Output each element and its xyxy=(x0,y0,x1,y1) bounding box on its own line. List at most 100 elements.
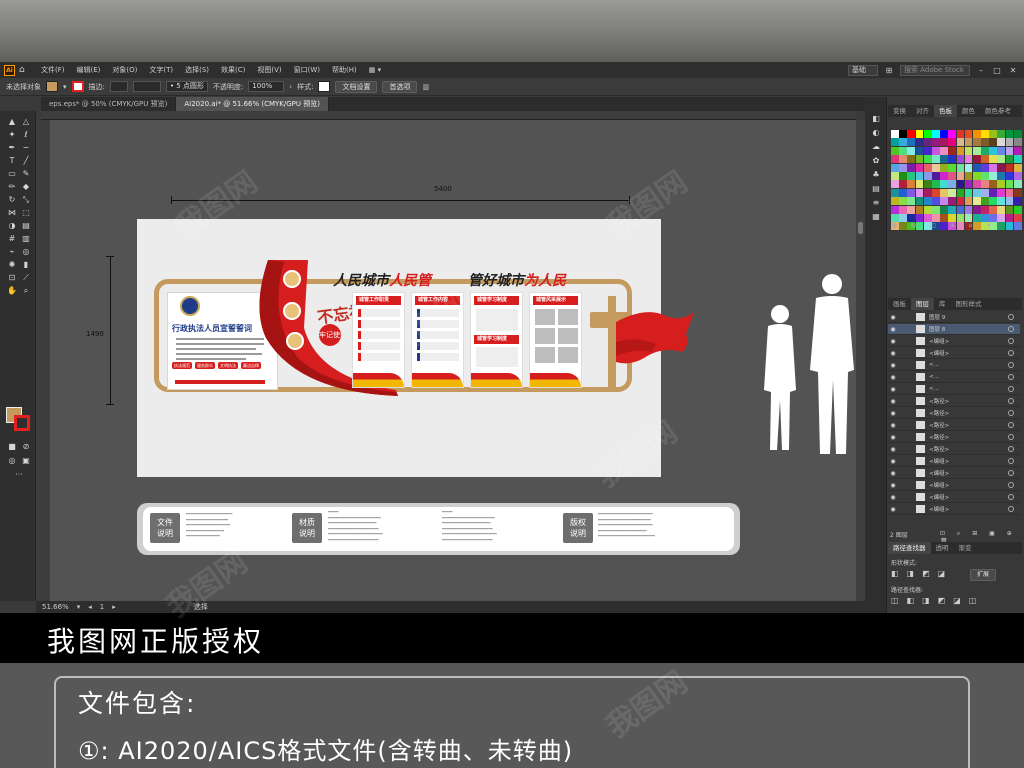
tab-transform[interactable]: 变换 xyxy=(888,105,911,117)
color-swatch[interactable] xyxy=(948,205,957,214)
mesh-tool-icon[interactable]: # xyxy=(6,233,18,244)
scale-tool-icon[interactable]: ⤡ xyxy=(20,194,32,205)
visibility-eye-icon[interactable]: ◉ xyxy=(888,422,898,429)
color-swatch[interactable] xyxy=(956,130,965,138)
color-swatch[interactable] xyxy=(1013,180,1022,189)
visibility-eye-icon[interactable]: ◉ xyxy=(888,482,898,489)
color-swatch[interactable] xyxy=(931,146,940,155)
color-swatch[interactable] xyxy=(989,138,998,147)
color-swatch[interactable] xyxy=(1005,138,1014,147)
type-tool-icon[interactable]: T xyxy=(6,155,18,166)
color-swatch[interactable] xyxy=(891,205,899,214)
visibility-eye-icon[interactable]: ◉ xyxy=(888,314,898,321)
color-swatch[interactable] xyxy=(899,155,907,164)
color-swatch[interactable] xyxy=(972,213,981,222)
color-swatch[interactable] xyxy=(1013,163,1022,172)
draw-mode-icon[interactable]: ◎ xyxy=(6,455,18,466)
color-swatch[interactable] xyxy=(899,138,907,147)
color-swatch[interactable] xyxy=(923,197,932,206)
color-swatch[interactable] xyxy=(956,163,965,172)
color-swatch[interactable] xyxy=(1013,130,1022,138)
opacity-field[interactable]: 100% xyxy=(248,81,285,92)
color-swatch[interactable] xyxy=(956,138,965,147)
tab-color[interactable]: 颜色 xyxy=(957,105,980,117)
color-swatch[interactable] xyxy=(972,155,981,164)
target-circle-icon[interactable] xyxy=(1008,374,1014,380)
color-swatch[interactable] xyxy=(931,171,940,180)
color-swatch[interactable] xyxy=(956,188,965,197)
paintbrush-tool-icon[interactable]: ✎ xyxy=(20,168,32,179)
menu-type[interactable]: 文字(T) xyxy=(143,65,179,75)
color-swatch[interactable] xyxy=(891,180,899,189)
color-swatch[interactable] xyxy=(989,171,998,180)
properties-icon[interactable]: ◧ xyxy=(870,113,882,124)
color-swatch[interactable] xyxy=(989,155,998,164)
swatch-panel-controls[interactable]: ▦ ▤ ◫ ⊕ ⌂ ✕ xyxy=(891,222,1019,230)
target-circle-icon[interactable] xyxy=(1008,506,1014,512)
color-swatch[interactable] xyxy=(931,197,940,206)
color-swatch[interactable] xyxy=(1005,130,1014,138)
color-swatch[interactable] xyxy=(1005,163,1014,172)
color-swatch[interactable] xyxy=(899,146,907,155)
color-swatch[interactable] xyxy=(1005,188,1014,197)
selection-tool-icon[interactable]: ▲ xyxy=(6,116,18,127)
style-swatch[interactable] xyxy=(318,81,331,92)
color-swatch[interactable] xyxy=(940,163,948,172)
color-swatch[interactable] xyxy=(915,163,924,172)
color-swatch[interactable] xyxy=(915,213,924,222)
color-swatch[interactable] xyxy=(915,197,924,206)
color-swatch[interactable] xyxy=(972,171,981,180)
color-swatch[interactable] xyxy=(972,197,981,206)
visibility-eye-icon[interactable]: ◉ xyxy=(888,506,898,513)
rectangle-tool-icon[interactable]: ▭ xyxy=(6,168,18,179)
visibility-eye-icon[interactable]: ◉ xyxy=(888,410,898,417)
color-swatch[interactable] xyxy=(964,197,973,206)
color-swatch[interactable] xyxy=(907,213,916,222)
preferences-button[interactable]: 首选项 xyxy=(382,80,418,93)
color-swatch[interactable] xyxy=(923,130,932,138)
visibility-eye-icon[interactable]: ◉ xyxy=(888,362,898,369)
brushes-icon[interactable]: ✿ xyxy=(870,155,882,166)
target-circle-icon[interactable] xyxy=(1008,434,1014,440)
color-swatch[interactable] xyxy=(948,138,957,147)
layer-row[interactable]: ◉ <编组> xyxy=(888,480,1020,491)
color-swatch[interactable] xyxy=(981,163,989,172)
color-swatch[interactable] xyxy=(972,130,981,138)
arrange-icon[interactable]: ⊞ xyxy=(884,66,894,75)
direct-selection-tool-icon[interactable]: △ xyxy=(20,116,32,127)
color-swatch[interactable] xyxy=(997,146,1006,155)
color-swatch[interactable] xyxy=(964,146,973,155)
color-swatch[interactable] xyxy=(989,163,998,172)
color-swatch[interactable] xyxy=(964,171,973,180)
color-swatch[interactable] xyxy=(989,188,998,197)
tab-libraries[interactable]: 库 xyxy=(934,298,951,310)
line-tool-icon[interactable]: ╱ xyxy=(20,155,32,166)
fill-color-swatch[interactable] xyxy=(46,81,58,92)
stroke-weight-field[interactable] xyxy=(109,81,128,92)
zoom-tool-icon[interactable]: ⌕ xyxy=(20,285,32,296)
zoom-dropdown-icon[interactable]: ▾ xyxy=(77,603,81,611)
visibility-eye-icon[interactable]: ◉ xyxy=(888,374,898,381)
color-swatch[interactable] xyxy=(907,205,916,214)
color-swatch[interactable] xyxy=(907,138,916,147)
color-swatch[interactable] xyxy=(1013,188,1022,197)
visibility-eye-icon[interactable]: ◉ xyxy=(888,458,898,465)
color-swatch[interactable] xyxy=(891,146,899,155)
color-guide-icon[interactable]: ◐ xyxy=(870,127,882,138)
color-swatch[interactable] xyxy=(891,155,899,164)
column-graph-tool-icon[interactable]: ▮ xyxy=(20,259,32,270)
color-swatch[interactable] xyxy=(964,180,973,189)
color-swatch[interactable] xyxy=(899,205,907,214)
color-swatch[interactable] xyxy=(948,171,957,180)
color-swatch[interactable] xyxy=(981,213,989,222)
vertical-ruler[interactable] xyxy=(36,120,50,600)
swatch-grid[interactable] xyxy=(891,130,1022,231)
color-swatch[interactable] xyxy=(891,163,899,172)
color-swatch[interactable] xyxy=(1005,171,1014,180)
color-swatch[interactable] xyxy=(948,197,957,206)
color-swatch[interactable] xyxy=(931,213,940,222)
color-swatch[interactable] xyxy=(931,163,940,172)
stock-search-input[interactable]: 搜索 Adobe Stock xyxy=(900,64,970,76)
horizontal-ruler[interactable] xyxy=(41,111,856,120)
color-swatch[interactable] xyxy=(1005,146,1014,155)
